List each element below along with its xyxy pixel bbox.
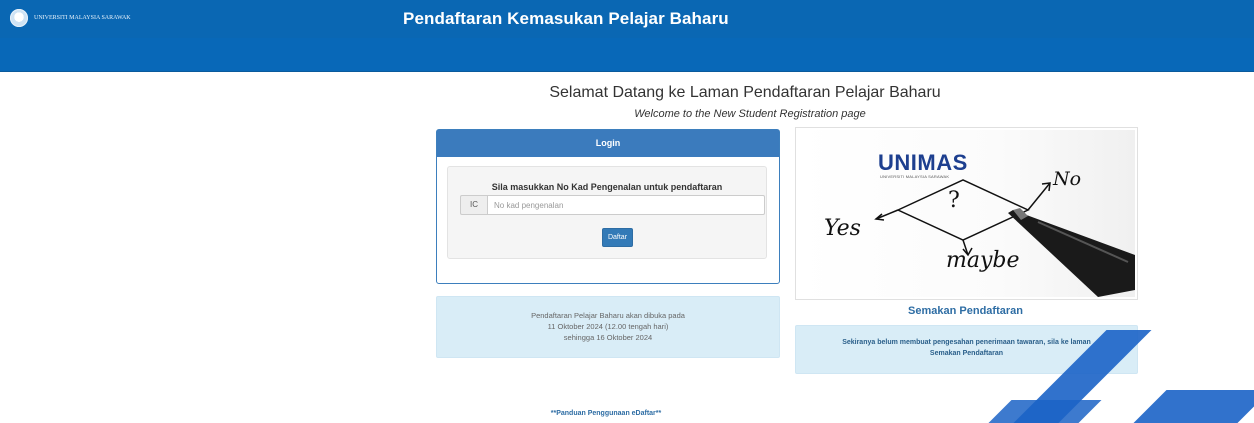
edaftar-guide-link[interactable]: **Panduan Penggunaan eDaftar**: [496, 410, 716, 417]
ic-input-group: IC: [460, 195, 765, 215]
logo-text: UNIVERSITI MALAYSIA SARAWAK: [34, 15, 131, 21]
ic-number-input[interactable]: [487, 195, 765, 215]
login-panel: Login Sila masukkan No Kad Pengenalan un…: [436, 129, 780, 284]
question-mark: ?: [948, 188, 960, 213]
daftar-button[interactable]: Daftar: [602, 228, 633, 247]
university-logo[interactable]: UNIVERSITI MALAYSIA SARAWAK: [10, 9, 144, 27]
decision-image: UNIMAS UNIVERSITI MALAYSIA SARAWAK ? Yes…: [795, 127, 1138, 300]
semakan-title: Semakan Pendaftaran: [908, 305, 1023, 317]
navigation-bar: [0, 38, 1254, 72]
maybe-word: maybe: [946, 248, 1020, 273]
yes-word: Yes: [824, 216, 861, 241]
notice-line: 11 Oktober 2024 (12.00 tengah hari): [547, 322, 669, 331]
page-title: Pendaftaran Kemasukan Pelajar Baharu: [403, 9, 729, 28]
top-header: UNIVERSITI MALAYSIA SARAWAK Pendaftaran …: [0, 0, 1254, 38]
login-prompt: Sila masukkan No Kad Pengenalan untuk pe…: [491, 182, 723, 192]
ic-label: IC: [460, 195, 487, 215]
no-word: No: [1053, 168, 1082, 190]
unimas-emblem-icon: [10, 9, 28, 27]
welcome-subtitle: Welcome to the New Student Registration …: [634, 108, 866, 120]
semakan-line: Sekiranya belum membuat pengesahan pener…: [842, 339, 1091, 346]
login-heading: Login: [437, 130, 779, 157]
login-form: Sila masukkan No Kad Pengenalan untuk pe…: [447, 166, 767, 259]
image-content: UNIMAS UNIVERSITI MALAYSIA SARAWAK ? Yes…: [798, 130, 1135, 297]
welcome-title: Selamat Datang ke Laman Pendaftaran Pela…: [549, 84, 941, 101]
notice-line: Pendaftaran Pelajar Baharu akan dibuka p…: [531, 311, 685, 320]
registration-notice: Pendaftaran Pelajar Baharu akan dibuka p…: [436, 296, 780, 358]
notice-line: sehingga 16 Oktober 2024: [563, 333, 653, 342]
